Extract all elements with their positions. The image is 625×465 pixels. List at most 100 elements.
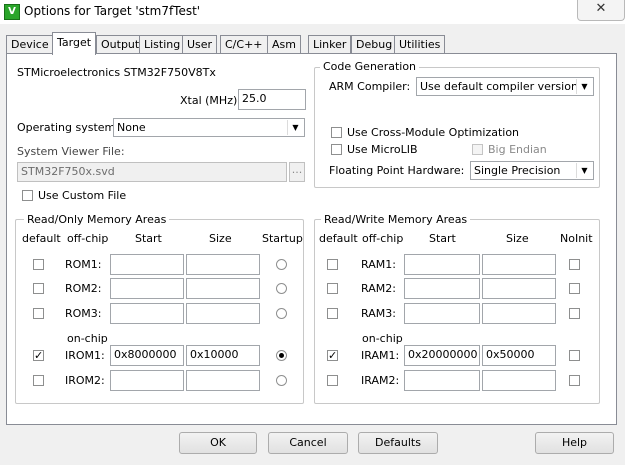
ro-row-startup-radio[interactable] — [276, 350, 287, 361]
tab-debug[interactable]: Debug — [351, 35, 398, 54]
ro-row-start-input[interactable] — [110, 303, 184, 324]
ro-row-startup-radio[interactable] — [276, 259, 287, 270]
compiler-select-value: Use default compiler version 5 — [420, 80, 589, 93]
ro-header-startup: Startup — [262, 232, 303, 245]
title-bar: V Options for Target 'stm7fTest' ✕ — [0, 0, 625, 24]
code-generation-title: Code Generation — [320, 60, 420, 73]
tab-user[interactable]: User — [182, 35, 218, 54]
rw-row-name-label: RAM3: — [361, 307, 396, 320]
close-icon[interactable]: ✕ — [577, 0, 625, 21]
help-button[interactable]: Help — [535, 432, 614, 454]
rw-header-size: Size — [506, 232, 529, 245]
radio-dot — [279, 353, 284, 358]
xtal-label: Xtal (MHz): — [180, 94, 241, 107]
microlib-checkbox[interactable] — [331, 144, 342, 155]
ro-row-default-checkbox[interactable] — [33, 308, 44, 319]
cross-module-checkbox[interactable] — [331, 127, 342, 138]
ro-row-name-label: IROM2: — [65, 374, 105, 387]
rw-row-noinit-checkbox[interactable] — [569, 308, 580, 319]
rw-row-name-label: IRAM2: — [361, 374, 400, 387]
chevron-down-icon: ▼ — [576, 79, 592, 94]
ro-row-name-label: ROM1: — [65, 258, 102, 271]
rw-row-size-input[interactable] — [482, 254, 556, 275]
chevron-down-icon: ▼ — [287, 120, 303, 135]
rw-row-size-input[interactable] — [482, 278, 556, 299]
rw-row-default-checkbox[interactable] — [327, 308, 338, 319]
svf-label: System Viewer File: — [17, 145, 125, 158]
ro-header-start: Start — [135, 232, 162, 245]
ro-row-name-label: ROM3: — [65, 307, 102, 320]
cancel-button[interactable]: Cancel — [268, 432, 348, 454]
os-select[interactable]: None ▼ — [113, 118, 305, 137]
fpu-select[interactable]: Single Precision ▼ — [470, 161, 594, 180]
rw-row-default-checkbox[interactable] — [327, 283, 338, 294]
rw-row-default-checkbox[interactable] — [327, 259, 338, 270]
rw-row-noinit-checkbox[interactable] — [569, 283, 580, 294]
xtal-input[interactable]: 25.0 — [238, 89, 306, 110]
rw-row-name-label: RAM1: — [361, 258, 396, 271]
rw-row-size-input[interactable] — [482, 370, 556, 391]
rw-row-start-input[interactable] — [404, 303, 480, 324]
rw-row-start-input[interactable] — [404, 254, 480, 275]
ro-row-default-checkbox[interactable] — [33, 283, 44, 294]
rw-row-size-input[interactable] — [482, 303, 556, 324]
ro-header-default: default — [22, 232, 61, 245]
tab-utilities[interactable]: Utilities — [394, 35, 446, 54]
rw-row-size-input[interactable]: 0x50000 — [482, 345, 556, 366]
ro-row-default-checkbox[interactable]: ✓ — [33, 350, 44, 361]
ro-memory-title: Read/Only Memory Areas — [24, 213, 170, 226]
window-title: Options for Target 'stm7fTest' — [24, 4, 201, 18]
rw-row-noinit-checkbox[interactable] — [569, 259, 580, 270]
rw-row-default-checkbox[interactable]: ✓ — [327, 350, 338, 361]
rw-row-default-checkbox[interactable] — [327, 375, 338, 386]
fpu-select-value: Single Precision — [474, 164, 561, 177]
os-label: Operating system: — [17, 121, 119, 134]
ro-row-start-input[interactable] — [110, 254, 184, 275]
chevron-down-icon: ▼ — [576, 163, 592, 178]
tab-listing[interactable]: Listing — [139, 35, 186, 54]
rw-memory-title: Read/Write Memory Areas — [321, 213, 471, 226]
ro-row-default-checkbox[interactable] — [33, 375, 44, 386]
ro-row-size-input[interactable] — [186, 254, 260, 275]
microlib-label: Use MicroLIB — [347, 143, 418, 156]
custom-file-checkbox[interactable] — [22, 190, 33, 201]
ro-row-start-input[interactable]: 0x8000000 — [110, 345, 184, 366]
ro-row-size-input[interactable] — [186, 303, 260, 324]
rw-header-start: Start — [429, 232, 456, 245]
ro-row-size-input[interactable] — [186, 278, 260, 299]
device-name: STMicroelectronics STM32F750V8Tx — [17, 66, 216, 79]
rw-row-start-input[interactable] — [404, 370, 480, 391]
tab-target[interactable]: Target — [52, 32, 97, 55]
ro-row-start-input[interactable] — [110, 370, 184, 391]
compiler-label: ARM Compiler: — [329, 80, 411, 93]
tab-cpp[interactable]: C/C++ — [220, 35, 268, 54]
rw-header-noinit: NoInit — [560, 232, 593, 245]
ro-row-start-input[interactable] — [110, 278, 184, 299]
rw-row-noinit-checkbox[interactable] — [569, 375, 580, 386]
ro-row-startup-radio[interactable] — [276, 308, 287, 319]
defaults-button[interactable]: Defaults — [358, 432, 438, 454]
ro-row-size-input[interactable]: 0x10000 — [186, 345, 260, 366]
os-select-value: None — [117, 121, 146, 134]
rw-header-offchip: off-chip — [362, 232, 404, 245]
ok-button[interactable]: OK — [179, 432, 257, 454]
custom-file-label: Use Custom File — [38, 189, 127, 202]
rw-row-start-input[interactable] — [404, 278, 480, 299]
tab-linker[interactable]: Linker — [308, 35, 352, 54]
tab-output[interactable]: Output — [96, 35, 145, 54]
ro-row-startup-radio[interactable] — [276, 283, 287, 294]
ro-row-size-input[interactable] — [186, 370, 260, 391]
ro-row-default-checkbox[interactable] — [33, 259, 44, 270]
rw-row-start-input[interactable]: 0x20000000 — [404, 345, 480, 366]
ro-row-startup-radio[interactable] — [276, 375, 287, 386]
tab-device[interactable]: Device — [6, 35, 54, 54]
ro-row-name-label: IROM1: — [65, 349, 105, 362]
app-icon: V — [4, 4, 20, 20]
svf-input: STM32F750x.svd — [17, 162, 287, 182]
ro-row-name-label: ROM2: — [65, 282, 102, 295]
ro-header-size: Size — [209, 232, 232, 245]
rw-row-noinit-checkbox[interactable] — [569, 350, 580, 361]
svf-browse-button: ... — [289, 162, 305, 182]
compiler-select[interactable]: Use default compiler version 5 ▼ — [416, 77, 594, 96]
tab-asm[interactable]: Asm — [267, 35, 301, 54]
